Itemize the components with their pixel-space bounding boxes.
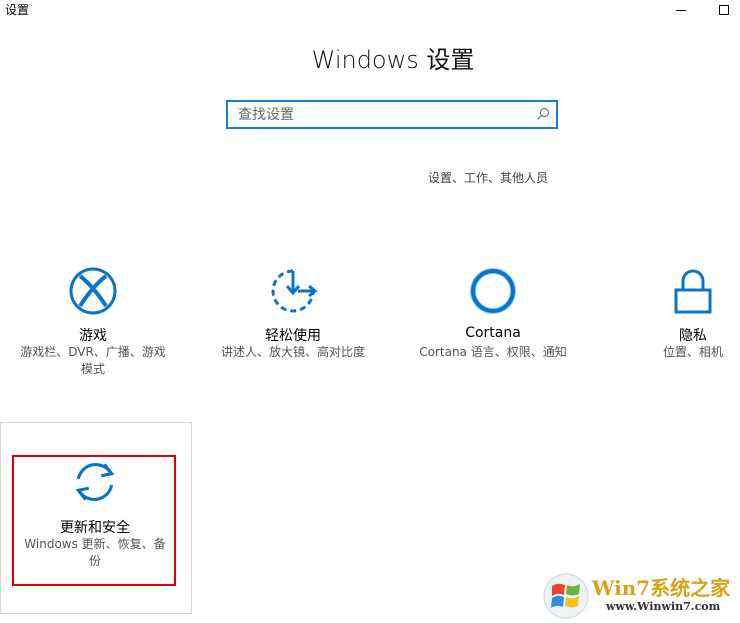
- tile-cortana-desc: Cortana 语言、权限、通知: [419, 345, 567, 359]
- search-input[interactable]: [238, 105, 528, 125]
- tile-privacy[interactable]: 隐私 位置、相机: [620, 258, 740, 388]
- search-box[interactable]: [226, 100, 558, 129]
- minimize-button[interactable]: [667, 0, 695, 20]
- watermark-url: www.Winwin7.com: [606, 600, 721, 613]
- tile-ease-of-access-desc: 讲述人、放大镜、高对比度: [220, 345, 365, 359]
- tile-gaming-desc-cont: 模式: [80, 362, 105, 376]
- tile-gaming-name: 游戏: [79, 328, 107, 344]
- windows-logo-icon: [543, 573, 589, 619]
- ease-of-access-icon: [271, 269, 318, 313]
- maximize-icon: [719, 5, 729, 15]
- lock-icon: [674, 269, 712, 314]
- tile-gaming[interactable]: 游戏 游戏栏、DVR、广播、游戏 模式: [0, 258, 186, 388]
- tile-ease-of-access-name: 轻松使用: [265, 328, 321, 344]
- cortana-icon: [470, 268, 516, 314]
- page-title: Windows 设置: [311, 46, 475, 74]
- tile-privacy-name: 隐私: [679, 328, 707, 344]
- watermark-brand: Win7系统之家: [592, 576, 731, 600]
- maximize-button[interactable]: [710, 0, 738, 20]
- tile-privacy-desc: 位置、相机: [662, 345, 723, 359]
- tile-ease-of-access[interactable]: 轻松使用 讲述人、放大镜、高对比度: [200, 258, 386, 388]
- tile-cortana[interactable]: Cortana Cortana 语言、权限、通知: [400, 258, 586, 388]
- search-icon[interactable]: [536, 107, 550, 121]
- watermark: Win7系统之家 www.Winwin7.com: [542, 570, 738, 622]
- window-title: 设置: [5, 3, 30, 17]
- scope-link[interactable]: 设置、工作、其他人员: [428, 169, 548, 186]
- tile-gaming-desc: 游戏栏、DVR、广播、游戏: [20, 345, 166, 359]
- tile-cortana-name: Cortana: [465, 325, 521, 341]
- xbox-icon: [69, 267, 117, 315]
- annotation-highlight-box: [12, 455, 176, 586]
- minimize-icon: [676, 9, 686, 11]
